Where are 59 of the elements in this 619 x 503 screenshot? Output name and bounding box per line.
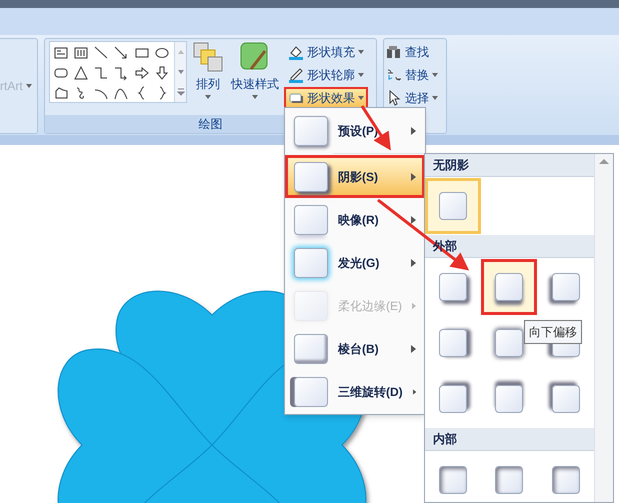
shadow-c-preview-icon: [495, 329, 524, 357]
right-arrow-icon[interactable]: [132, 64, 151, 82]
section-header: 内部: [433, 431, 457, 448]
effects-menu-item[interactable]: 发光(G): [285, 241, 425, 284]
shadow-inner-preview-icon: [439, 466, 467, 494]
quick-styles-button[interactable]: 快速样式: [229, 41, 281, 99]
paint-bucket-icon: [288, 44, 304, 60]
submenu-arrow-icon: [411, 172, 416, 180]
preset-effect-icon: [294, 116, 328, 146]
find-button[interactable]: 查找: [386, 41, 446, 63]
shadow-inner-preview-icon: [552, 466, 580, 494]
section-header: 无阴影: [433, 157, 469, 174]
shadow-r-preview-icon: [439, 329, 467, 357]
shadow-none-preview-icon: [439, 192, 467, 220]
glow-effect-icon: [294, 248, 328, 278]
reflection-effect-icon: [294, 204, 328, 234]
submenu-arrow-icon: [411, 258, 416, 266]
shadow-tr-preview-icon: [439, 385, 467, 413]
shadow-tl-preview-icon: [552, 385, 580, 413]
caret-icon: [358, 50, 364, 54]
caret-icon: [358, 73, 364, 77]
caret-icon: [432, 96, 438, 100]
caret-icon: [432, 73, 438, 77]
submenu-arrow-icon: [412, 388, 416, 396]
replace-button[interactable]: 替换: [386, 64, 446, 86]
group-label: 绘图: [198, 116, 222, 133]
bevel-effect-icon: [294, 334, 328, 364]
caret-icon: [252, 95, 258, 99]
submenu-arrow-icon: [411, 126, 416, 134]
shadow-bl-preview-icon: [552, 273, 580, 301]
effects-menu-item[interactable]: 阴影(S): [285, 155, 425, 198]
caret-icon: [26, 84, 32, 88]
shadow-option[interactable]: [481, 259, 538, 315]
pencil-icon: [288, 67, 304, 83]
caret-icon: [358, 96, 364, 100]
shape-fill-button[interactable]: 形状填充: [284, 41, 368, 63]
binoculars-icon: [386, 44, 402, 60]
replace-icon: [386, 67, 402, 83]
shadow-inner-preview-icon: [495, 466, 524, 494]
effects-menu-item[interactable]: 映像(R): [285, 198, 425, 241]
submenu-arrow-icon: [411, 344, 416, 352]
shape-outline-button[interactable]: 形状轮廓: [284, 64, 368, 86]
shadow-br-preview-icon: [439, 273, 467, 301]
triangle-icon[interactable]: [72, 64, 90, 82]
caret-icon: [205, 95, 211, 99]
tooltip: 向下偏移: [524, 320, 582, 344]
shadow-t-preview-icon: [495, 385, 524, 413]
scrollbar[interactable]: [594, 154, 613, 502]
select-button[interactable]: 选择: [386, 87, 446, 109]
shadow-effect-icon: [294, 162, 328, 192]
submenu-arrow-icon: [412, 302, 416, 310]
annotation-arrow: [360, 105, 391, 151]
effects-menu-item[interactable]: 棱台(B): [285, 327, 425, 370]
shape-effects-button[interactable]: 形状效果: [284, 87, 368, 109]
shadow-b-preview-icon: [495, 273, 524, 301]
effects-menu-item[interactable]: 三维旋转(D): [285, 370, 425, 413]
arrange-icon: [192, 41, 224, 73]
submenu-arrow-icon: [411, 216, 416, 224]
arrange-button[interactable]: 排列: [190, 41, 226, 99]
